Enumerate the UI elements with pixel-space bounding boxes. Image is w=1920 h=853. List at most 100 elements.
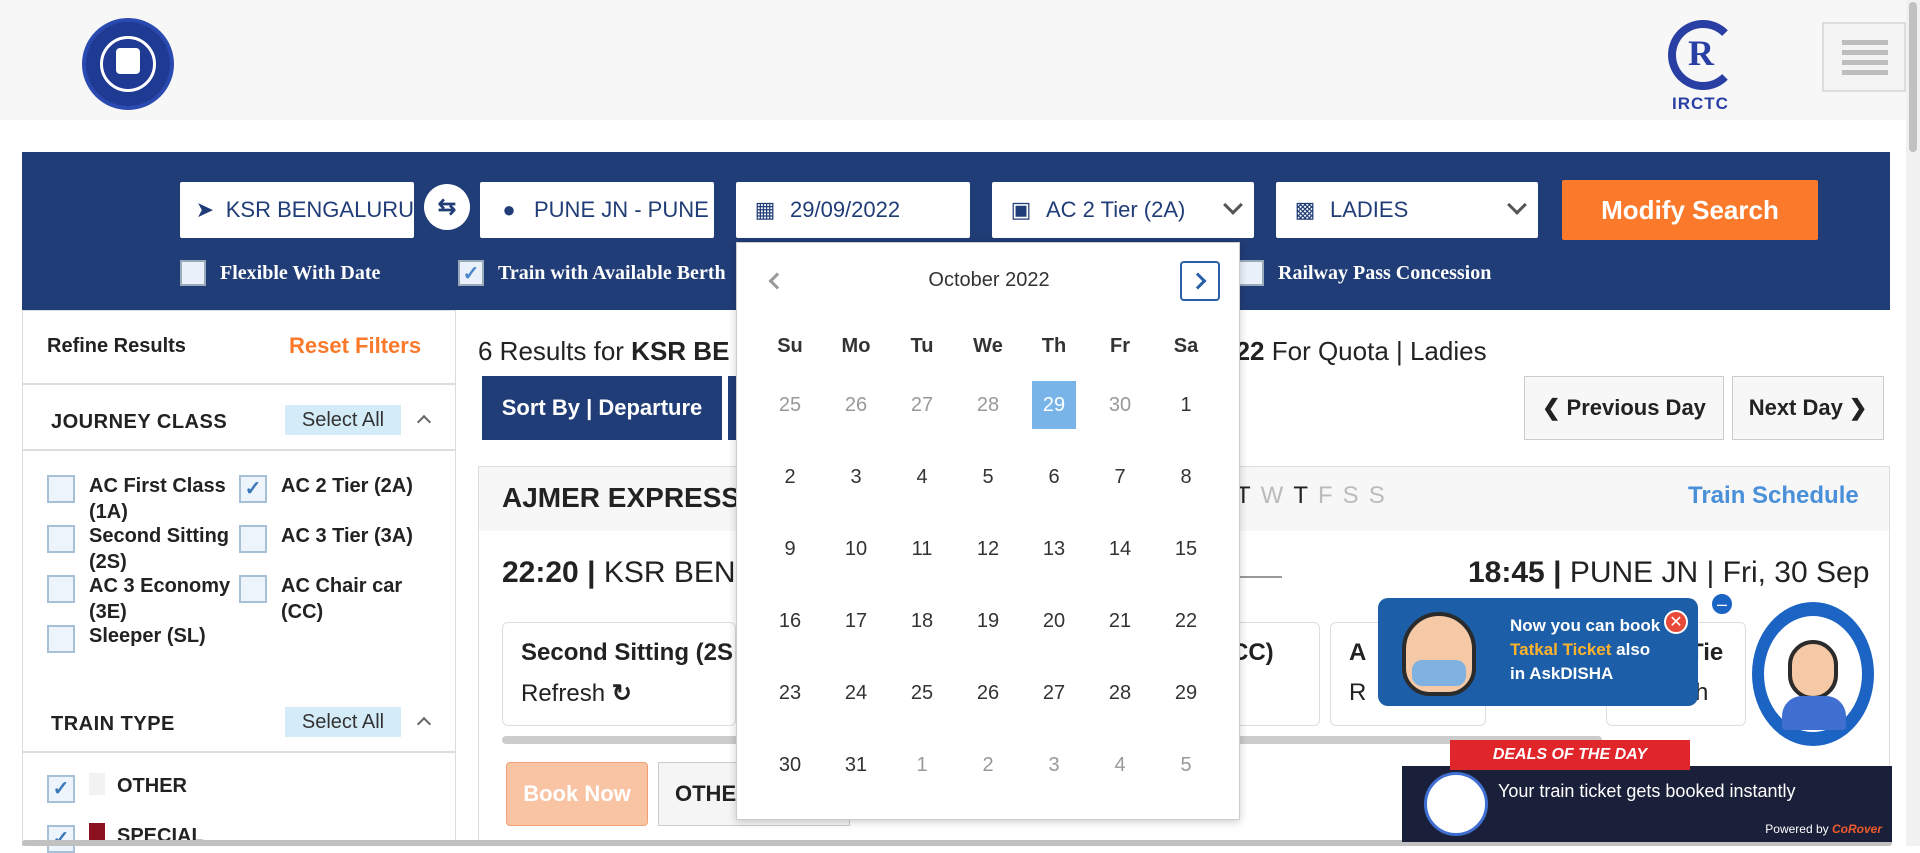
calendar-day[interactable]: 1 — [900, 741, 944, 789]
train-type-checkbox[interactable]: ✓ — [47, 775, 75, 803]
class-availability-card[interactable]: Second Sitting (2S Refresh ↻ — [502, 622, 736, 726]
train-schedule-link[interactable]: Train Schedule — [1688, 482, 1859, 510]
quota-select[interactable]: ▩ LADIES — [1276, 182, 1538, 238]
available-berth-option[interactable]: ✓ Train with Available Berth — [458, 260, 726, 286]
class-checkbox[interactable] — [47, 525, 75, 553]
calendar-day[interactable]: 2 — [966, 741, 1010, 789]
calendar-day[interactable]: 16 — [768, 597, 812, 645]
calendar-day[interactable]: 1 — [1164, 381, 1208, 429]
calendar-day[interactable]: 27 — [1032, 669, 1076, 717]
railway-pass-checkbox[interactable] — [1238, 260, 1264, 286]
calendar-day[interactable]: 30 — [768, 741, 812, 789]
flexible-date-checkbox[interactable] — [180, 260, 206, 286]
irctc-logo[interactable]: R IRCTC — [1662, 18, 1742, 114]
class-checkbox[interactable] — [47, 625, 75, 653]
refresh-icon: ↻ — [611, 680, 632, 707]
calendar-day[interactable]: 3 — [1032, 741, 1076, 789]
previous-day-button[interactable]: ❮ Previous Day — [1524, 376, 1724, 440]
calendar-day[interactable]: 24 — [834, 669, 878, 717]
train-name: AJMER EXPRESS — [502, 482, 741, 513]
calendar-day[interactable]: 3 — [834, 453, 878, 501]
next-day-button[interactable]: Next Day ❯ — [1732, 376, 1884, 440]
chevron-left-icon[interactable] — [765, 269, 789, 293]
vertical-scrollbar[interactable] — [1906, 0, 1920, 846]
train-type-special[interactable]: ✓ SPECIAL — [47, 823, 204, 853]
swap-stations-icon[interactable]: ⇆ — [424, 184, 470, 230]
calendar-day[interactable]: 26 — [834, 381, 878, 429]
calendar-day[interactable]: 2 — [768, 453, 812, 501]
calendar-day[interactable]: 28 — [966, 381, 1010, 429]
calendar-day[interactable]: 11 — [900, 525, 944, 573]
class-filter-1a[interactable]: AC First Class (1A) — [47, 473, 241, 525]
scrollbar-thumb[interactable] — [1909, 2, 1917, 152]
calendar-day[interactable]: 5 — [1164, 741, 1208, 789]
calendar-day[interactable]: 10 — [834, 525, 878, 573]
calendar-day[interactable]: 4 — [900, 453, 944, 501]
flexible-date-option[interactable]: Flexible With Date — [180, 260, 380, 286]
calendar-day[interactable]: 27 — [900, 381, 944, 429]
indian-railways-logo[interactable] — [82, 18, 174, 110]
calendar-day[interactable]: 25 — [900, 669, 944, 717]
calendar-day[interactable]: 20 — [1032, 597, 1076, 645]
calendar-day-selected[interactable]: 29 — [1032, 381, 1076, 429]
calendar-day[interactable]: 17 — [834, 597, 878, 645]
calendar-day[interactable]: 22 — [1164, 597, 1208, 645]
calendar-day[interactable]: 26 — [966, 669, 1010, 717]
hamburger-menu-icon[interactable] — [1822, 22, 1906, 92]
class-filter-cc[interactable]: AC Chair car (CC) — [239, 573, 449, 625]
modify-search-button[interactable]: Modify Search — [1562, 180, 1818, 240]
calendar-day[interactable]: 9 — [768, 525, 812, 573]
calendar-day[interactable]: 19 — [966, 597, 1010, 645]
calendar-day[interactable]: 21 — [1098, 597, 1142, 645]
class-checkbox[interactable] — [239, 525, 267, 553]
calendar-day[interactable]: 5 — [966, 453, 1010, 501]
book-now-button[interactable]: Book Now — [506, 762, 648, 826]
calendar-day[interactable]: 4 — [1098, 741, 1142, 789]
calendar-day[interactable]: 12 — [966, 525, 1010, 573]
journey-class-select-all[interactable]: Select All — [285, 405, 401, 435]
askdisha-chat-button[interactable] — [1746, 596, 1880, 752]
calendar-day[interactable]: 23 — [768, 669, 812, 717]
calendar-day[interactable]: 15 — [1164, 525, 1208, 573]
calendar-day[interactable]: 31 — [834, 741, 878, 789]
calendar-day[interactable]: 28 — [1098, 669, 1142, 717]
class-checkbox[interactable] — [47, 575, 75, 603]
reset-filters-link[interactable]: Reset Filters — [289, 333, 421, 359]
calendar-day[interactable]: 30 — [1098, 381, 1142, 429]
class-checkbox[interactable] — [239, 575, 267, 603]
calendar-day[interactable]: 13 — [1032, 525, 1076, 573]
class-filter-sl[interactable]: Sleeper (SL) — [47, 623, 241, 653]
calendar-day[interactable]: 29 — [1164, 669, 1208, 717]
calendar-day[interactable]: 25 — [768, 381, 812, 429]
journey-date-input[interactable]: ▦ 29/09/2022 — [736, 182, 970, 238]
train-type-checkbox[interactable]: ✓ — [47, 825, 75, 853]
train-type-select-all[interactable]: Select All — [285, 707, 401, 737]
class-select[interactable]: ▣ AC 2 Tier (2A) — [992, 182, 1254, 238]
chevron-right-icon[interactable] — [1180, 261, 1220, 301]
from-station-input[interactable]: ➤ KSR BENGALURU — [180, 182, 414, 238]
deals-banner[interactable]: Your train ticket gets booked instantly … — [1402, 766, 1892, 842]
refresh-button[interactable]: Refresh ↻ — [521, 679, 632, 708]
class-filter-3e[interactable]: AC 3 Economy (3E) — [47, 573, 241, 625]
refresh-label[interactable]: R — [1349, 679, 1366, 707]
calendar-day[interactable]: 7 — [1098, 453, 1142, 501]
available-berth-checkbox[interactable]: ✓ — [458, 260, 484, 286]
class-filter-3a[interactable]: AC 3 Tier (3A) — [239, 523, 449, 553]
to-station-input[interactable]: ● PUNE JN - PUNE — [480, 182, 714, 238]
calendar-day[interactable]: 8 — [1164, 453, 1208, 501]
close-icon[interactable]: ✕ — [1664, 610, 1688, 634]
class-filter-2s[interactable]: Second Sitting (2S) — [47, 523, 241, 575]
class-filter-2a[interactable]: ✓ AC 2 Tier (2A) — [239, 473, 449, 503]
calendar-day[interactable]: 6 — [1032, 453, 1076, 501]
collapse-caret-icon[interactable] — [416, 716, 432, 732]
sort-by-button[interactable]: Sort By | Departure — [482, 376, 722, 440]
class-checkbox[interactable] — [47, 475, 75, 503]
calendar-day[interactable]: 14 — [1098, 525, 1142, 573]
askdisha-promo-banner[interactable]: Now you can book Tatkal Ticket also in A… — [1378, 598, 1698, 706]
train-type-other[interactable]: ✓ OTHER — [47, 773, 187, 803]
calendar-day[interactable]: 18 — [900, 597, 944, 645]
class-checkbox[interactable]: ✓ — [239, 475, 267, 503]
minimize-icon[interactable]: – — [1710, 592, 1734, 616]
collapse-caret-icon[interactable] — [416, 414, 432, 430]
railway-pass-option[interactable]: Railway Pass Concession — [1238, 260, 1491, 286]
